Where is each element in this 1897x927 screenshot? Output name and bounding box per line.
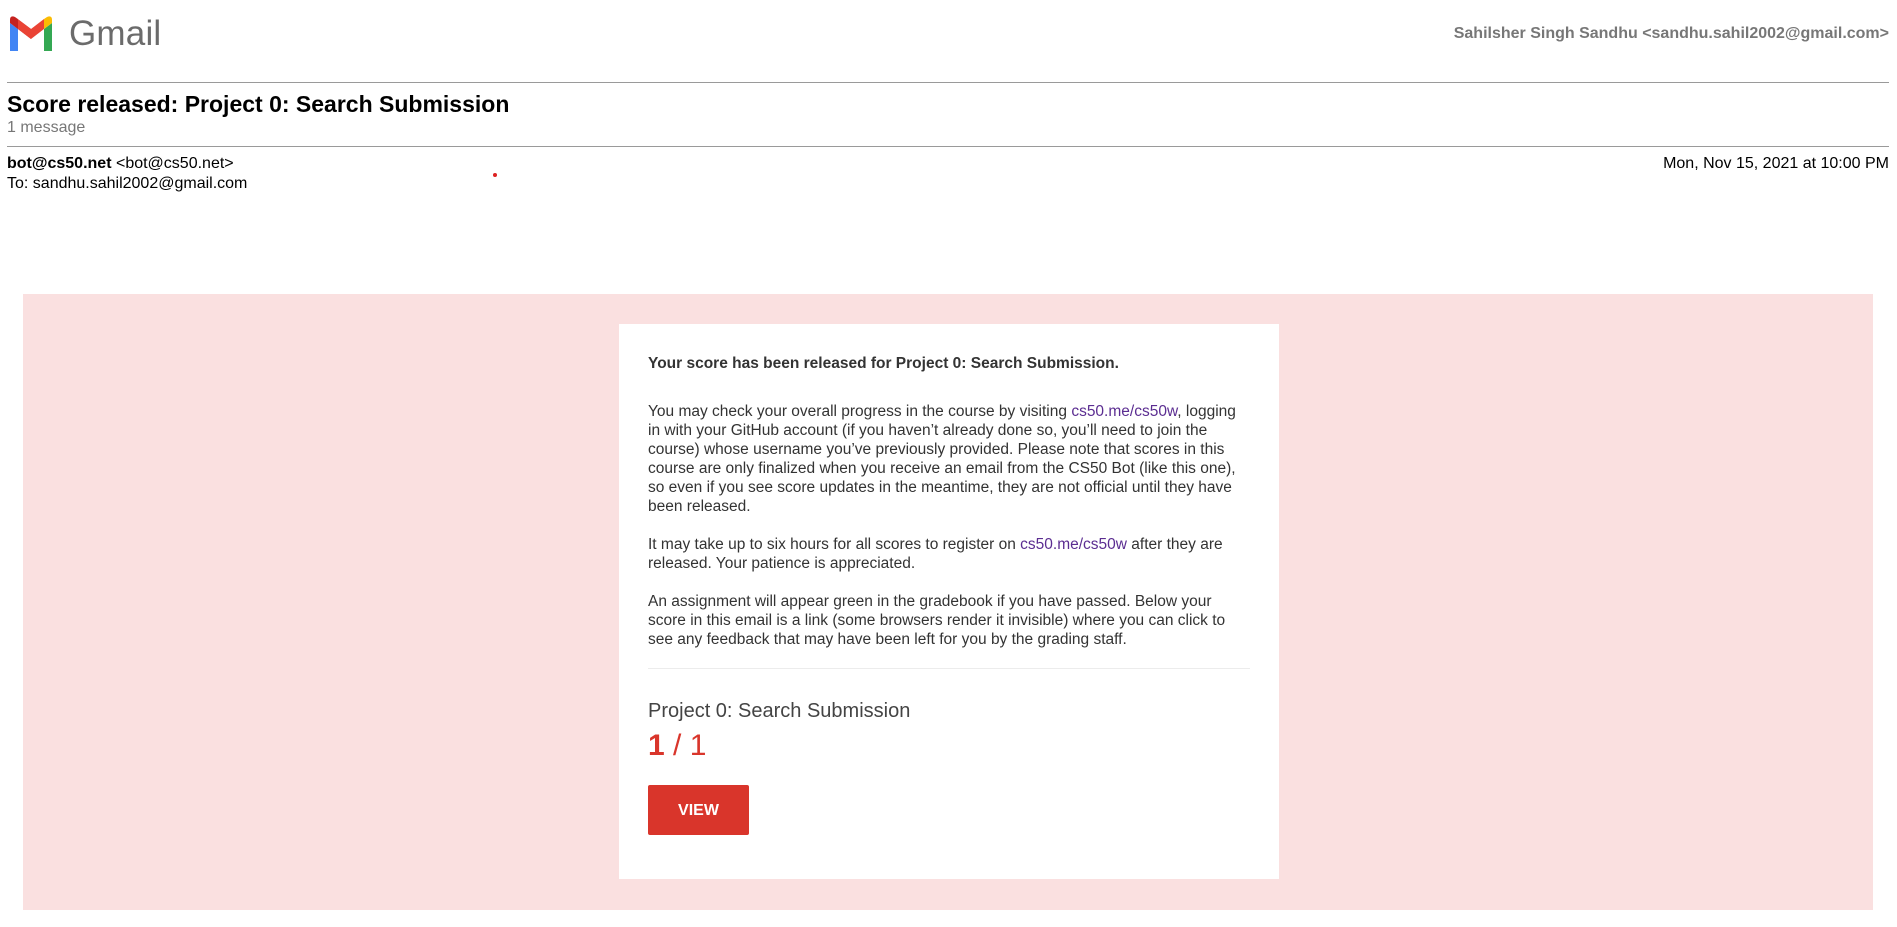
paragraph-timing: It may take up to six hours for all scor… (648, 535, 1250, 573)
red-dot-marker (493, 173, 497, 177)
score-earned: 1 (648, 729, 665, 762)
divider (7, 146, 1889, 147)
divider (648, 668, 1250, 669)
card-content: Your score has been released for Project… (648, 354, 1250, 835)
recipient-line: To: sandhu.sahil2002@gmail.com (7, 175, 248, 192)
gmail-wordmark: Gmail (69, 14, 162, 53)
email-date: Mon, Nov 15, 2021 at 10:00 PM (1663, 155, 1889, 172)
cs50w-link[interactable]: cs50.me/cs50w (1071, 403, 1177, 420)
gmail-logo[interactable]: Gmail (7, 14, 161, 54)
sender-name: bot@cs50.net (7, 155, 112, 172)
gmail-m-icon (10, 16, 52, 51)
email-card: Your score has been released for Project… (619, 324, 1279, 879)
score-announcement: Your score has been released for Project… (648, 355, 1119, 372)
message-count: 1 message (7, 119, 86, 136)
view-button[interactable]: VIEW (648, 785, 749, 835)
project-name: Project 0: Search Submission (648, 700, 911, 722)
email-subject: Score released: Project 0: Search Submis… (7, 91, 510, 117)
sender-address: <bot@cs50.net> (115, 155, 234, 172)
paragraph-text: It may take up to six hours for all scor… (648, 536, 1021, 553)
paragraph-gradebook: An assignment will appear green in the g… (648, 593, 1226, 648)
score-total: / 1 (664, 729, 707, 762)
divider (7, 82, 1889, 83)
score-display: 1 / 1 (648, 727, 1250, 765)
gmail-header: Gmail Sahilsher Singh Sandhu <sandhu.sah… (7, 10, 1889, 58)
sender-line: bot@cs50.net <bot@cs50.net> (7, 155, 234, 173)
paragraph-progress: You may check your overall progress in t… (648, 402, 1250, 516)
cs50w-link[interactable]: cs50.me/cs50w (1020, 536, 1127, 553)
paragraph-text: You may check your overall progress in t… (648, 403, 1072, 420)
account-label: Sahilsher Singh Sandhu <sandhu.sahil2002… (1453, 25, 1889, 42)
